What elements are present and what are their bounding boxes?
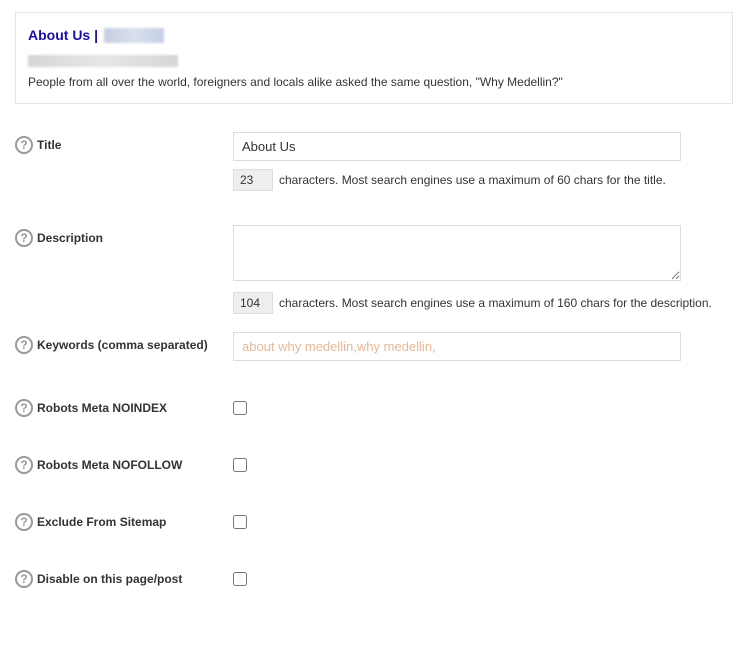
description-char-count: 104 <box>233 292 273 314</box>
exclude-sitemap-checkbox[interactable] <box>233 515 247 529</box>
title-hint: characters. Most search engines use a ma… <box>279 173 666 187</box>
noindex-row: ? Robots Meta NOINDEX <box>15 399 733 418</box>
title-char-count: 23 <box>233 169 273 191</box>
help-icon[interactable]: ? <box>15 399 33 417</box>
preview-title-redacted <box>104 28 164 43</box>
nofollow-checkbox[interactable] <box>233 458 247 472</box>
preview-title-prefix: About Us | <box>28 27 98 43</box>
keywords-label: Keywords (comma separated) <box>37 338 208 352</box>
disable-label: Disable on this page/post <box>37 572 182 586</box>
preview-url-redacted <box>28 55 178 67</box>
preview-title: About Us | <box>28 27 720 43</box>
description-label: Description <box>37 231 103 245</box>
title-row: ? Title 23 characters. Most search engin… <box>15 124 733 195</box>
help-icon[interactable]: ? <box>15 229 33 247</box>
noindex-checkbox[interactable] <box>233 401 247 415</box>
nofollow-row: ? Robots Meta NOFOLLOW <box>15 456 733 475</box>
description-input[interactable] <box>233 225 681 281</box>
exclude-sitemap-row: ? Exclude From Sitemap <box>15 513 733 532</box>
description-row: ? Description 104 characters. Most searc… <box>15 217 733 318</box>
help-icon[interactable]: ? <box>15 136 33 154</box>
nofollow-label: Robots Meta NOFOLLOW <box>37 458 182 472</box>
help-icon[interactable]: ? <box>15 570 33 588</box>
keywords-input[interactable] <box>233 332 681 361</box>
seo-preview: About Us | People from all over the worl… <box>15 12 733 104</box>
help-icon[interactable]: ? <box>15 456 33 474</box>
title-label: Title <box>37 138 61 152</box>
disable-checkbox[interactable] <box>233 572 247 586</box>
description-hint: characters. Most search engines use a ma… <box>279 296 712 310</box>
disable-row: ? Disable on this page/post <box>15 570 733 589</box>
keywords-row: ? Keywords (comma separated) <box>15 324 733 361</box>
preview-description: People from all over the world, foreigne… <box>28 74 720 91</box>
exclude-sitemap-label: Exclude From Sitemap <box>37 515 166 529</box>
help-icon[interactable]: ? <box>15 513 33 531</box>
title-input[interactable] <box>233 132 681 161</box>
noindex-label: Robots Meta NOINDEX <box>37 401 167 415</box>
help-icon[interactable]: ? <box>15 336 33 354</box>
